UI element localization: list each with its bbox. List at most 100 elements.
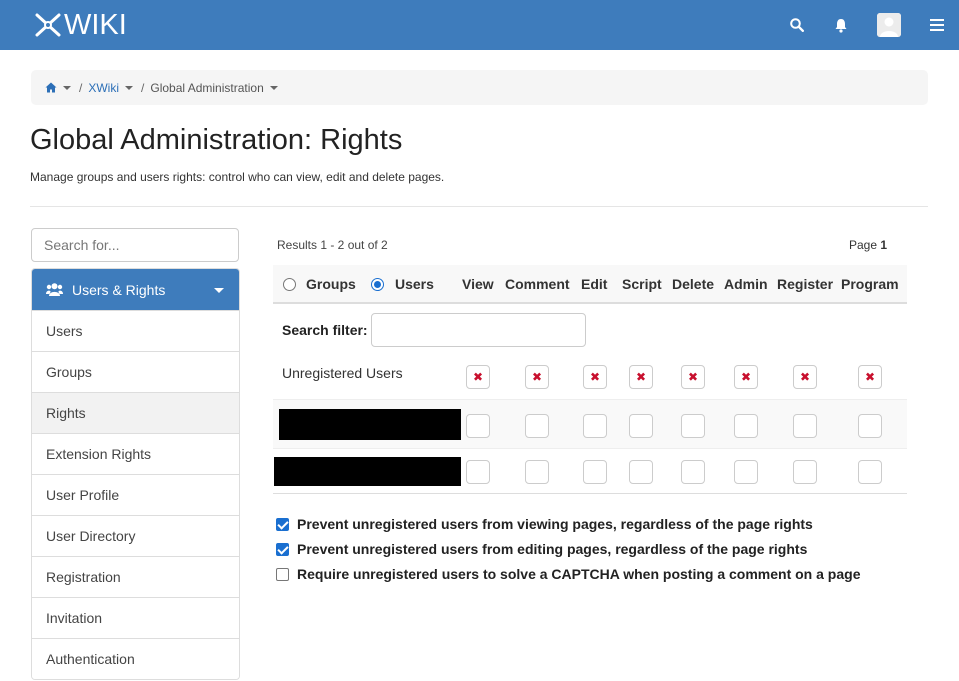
prevent-viewing-checkbox[interactable] [276, 517, 289, 531]
breadcrumb-item-xwiki[interactable]: XWiki [88, 81, 119, 95]
users-radio-label[interactable]: Users [395, 265, 434, 304]
right-toggle-script[interactable] [629, 414, 653, 438]
breadcrumb-separator: / [141, 80, 145, 95]
deny-icon: ✖ [799, 370, 811, 384]
right-toggle-script[interactable]: ✖ [629, 365, 653, 389]
sidebar-item-rights[interactable]: Rights [32, 392, 239, 433]
option-label: Prevent unregistered users from viewing … [297, 516, 813, 532]
option-label: Prevent unregistered users from editing … [297, 541, 808, 557]
right-toggle-comment[interactable] [525, 460, 549, 484]
logo-text: WIKI [64, 9, 127, 41]
chevron-down-icon[interactable] [269, 85, 278, 90]
sidebar-item-users[interactable]: Users [32, 310, 239, 351]
right-toggle-admin[interactable] [734, 460, 758, 484]
page-number[interactable]: 1 [880, 238, 887, 252]
menu-button[interactable] [926, 0, 948, 50]
breadcrumb: / XWiki / Global Administration [31, 70, 928, 105]
right-toggle-delete[interactable]: ✖ [681, 365, 705, 389]
right-toggle-program[interactable] [858, 460, 882, 484]
notifications-button[interactable] [830, 0, 852, 50]
option-prevent-viewing[interactable]: Prevent unregistered users from viewing … [276, 516, 813, 532]
right-toggle-view[interactable] [466, 414, 490, 438]
search-icon [790, 18, 804, 32]
chevron-down-icon [214, 288, 224, 293]
require-captcha-checkbox[interactable] [276, 567, 289, 581]
option-label: Require unregistered users to solve a CA… [297, 566, 861, 582]
column-comment: Comment [505, 276, 570, 292]
right-toggle-edit[interactable]: ✖ [583, 365, 607, 389]
right-toggle-register[interactable]: ✖ [793, 365, 817, 389]
right-toggle-delete[interactable] [681, 460, 705, 484]
option-require-captcha[interactable]: Require unregistered users to solve a CA… [276, 566, 860, 582]
search-filter-label: Search filter: [282, 322, 368, 338]
sidebar-item-user-profile[interactable]: User Profile [32, 474, 239, 515]
page-title: Global Administration: Rights [30, 124, 403, 156]
home-icon [45, 82, 57, 93]
chevron-down-icon[interactable] [125, 85, 134, 90]
deny-icon: ✖ [687, 370, 699, 384]
sidebar-item-registration[interactable]: Registration [32, 556, 239, 597]
column-edit: Edit [581, 276, 608, 292]
redacted-user-name [274, 457, 461, 486]
sidebar-item-groups[interactable]: Groups [32, 351, 239, 392]
deny-icon: ✖ [531, 370, 543, 384]
user-silhouette-icon [877, 13, 901, 37]
right-toggle-delete[interactable] [681, 414, 705, 438]
right-toggle-edit[interactable] [583, 460, 607, 484]
right-toggle-admin[interactable]: ✖ [734, 365, 758, 389]
groups-radio-label[interactable]: Groups [306, 265, 356, 304]
right-toggle-program[interactable]: ✖ [858, 365, 882, 389]
column-view: View [462, 276, 494, 292]
search-button[interactable] [786, 0, 808, 50]
option-prevent-editing[interactable]: Prevent unregistered users from editing … [276, 541, 807, 557]
divider [30, 206, 928, 207]
deny-icon: ✖ [740, 370, 752, 384]
sidebar-item-invitation[interactable]: Invitation [32, 597, 239, 638]
right-toggle-program[interactable] [858, 414, 882, 438]
bell-icon [835, 18, 847, 33]
breadcrumb-home[interactable] [45, 82, 71, 93]
chevron-down-icon [63, 85, 71, 90]
results-count: Results 1 - 2 out of 2 [277, 238, 388, 252]
right-toggle-script[interactable] [629, 460, 653, 484]
row-label-unregistered-users: Unregistered Users [282, 365, 403, 381]
sidebar-item-user-directory[interactable]: User Directory [32, 515, 239, 556]
sidebar-category-label: Users & Rights [72, 281, 166, 298]
right-toggle-edit[interactable] [583, 414, 607, 438]
deny-icon: ✖ [864, 370, 876, 384]
users-radio[interactable] [371, 278, 384, 291]
right-toggle-comment[interactable]: ✖ [525, 365, 549, 389]
user-avatar[interactable] [877, 13, 901, 37]
sidebar-item-extension-rights[interactable]: Extension Rights [32, 433, 239, 474]
groups-radio[interactable] [283, 278, 296, 291]
prevent-editing-checkbox[interactable] [276, 542, 289, 556]
column-program: Program [841, 276, 899, 292]
column-admin: Admin [724, 276, 768, 292]
redacted-user-name [279, 409, 461, 440]
search-filter-input[interactable] [371, 313, 586, 347]
sidebar-search-input[interactable] [31, 228, 239, 262]
right-toggle-view[interactable] [466, 460, 490, 484]
deny-icon: ✖ [472, 370, 484, 384]
right-toggle-view[interactable]: ✖ [466, 365, 490, 389]
right-toggle-comment[interactable] [525, 414, 549, 438]
column-register: Register [777, 276, 834, 292]
sidebar-category-users-rights[interactable]: Users & Rights [32, 269, 239, 310]
sidebar-item-authentication[interactable]: Authentication [32, 638, 239, 679]
xwiki-logo[interactable]: WIKI [33, 9, 127, 41]
users-icon [46, 283, 63, 296]
top-navbar: WIKI [0, 0, 959, 50]
pagination: Page 1 [849, 238, 887, 252]
right-toggle-register[interactable] [793, 414, 817, 438]
sidebar-panel: Users & Rights Users Groups Rights Exten… [31, 268, 240, 680]
breadcrumb-separator: / [79, 80, 83, 95]
breadcrumb-item-global-administration: Global Administration [150, 80, 264, 95]
rights-table-header: Groups Users View Comment Edit Script De… [273, 265, 907, 304]
page-label: Page [849, 238, 878, 252]
column-script: Script [622, 276, 662, 292]
xwiki-logo-icon [35, 13, 61, 37]
deny-icon: ✖ [635, 370, 647, 384]
deny-icon: ✖ [589, 370, 601, 384]
right-toggle-register[interactable] [793, 460, 817, 484]
right-toggle-admin[interactable] [734, 414, 758, 438]
